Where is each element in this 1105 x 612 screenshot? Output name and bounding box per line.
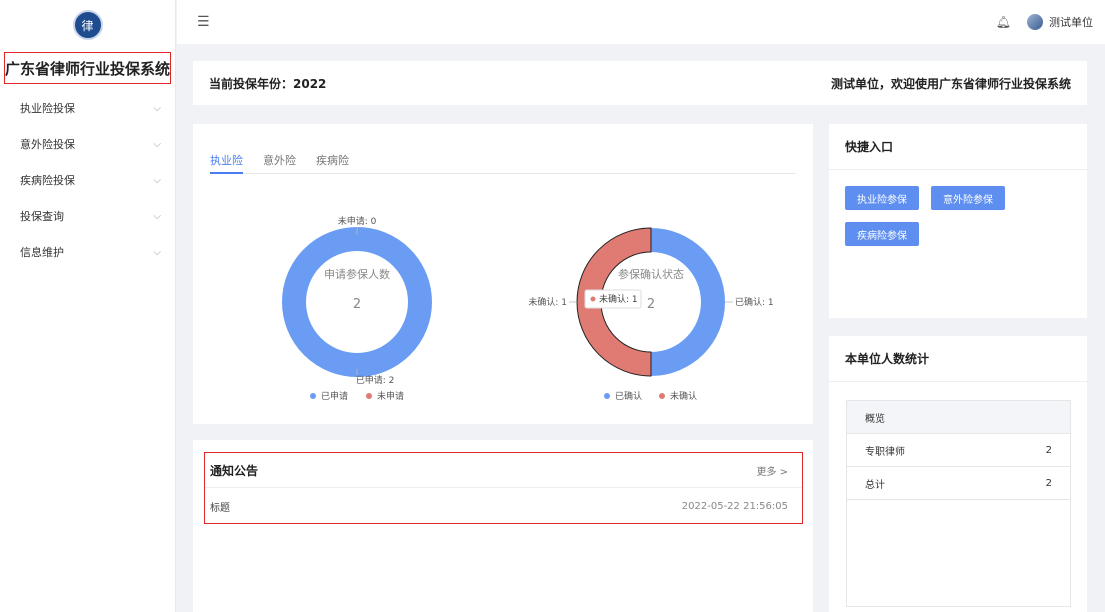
- legend-not-applied: 未申请: [377, 390, 404, 402]
- more-link[interactable]: 更多 >: [756, 463, 788, 478]
- bell-icon[interactable]: 🔔︎: [996, 15, 1011, 29]
- tooltip-dot: [590, 296, 596, 302]
- sidebar-item-label: 投保查询: [20, 210, 64, 223]
- tab-practice[interactable]: 执业险: [210, 152, 243, 174]
- legend-applied: 已申请: [321, 390, 348, 402]
- sidebar-item-illness-insurance[interactable]: 疾病险投保 ⌵: [0, 162, 175, 198]
- legend-dot-unconfirmed: [659, 393, 665, 399]
- legend-dot-confirmed: [604, 393, 610, 399]
- sidebar-item-accident-insurance[interactable]: 意外险投保 ⌵: [0, 126, 175, 162]
- tab-illness[interactable]: 疾病险: [316, 152, 349, 174]
- list-item[interactable]: 标题 2022-05-22 21:56:05: [205, 488, 802, 524]
- sidebar-item-info[interactable]: 信息维护 ⌵: [0, 234, 175, 270]
- notice-header: 通知公告 更多 >: [205, 453, 802, 488]
- user-name: 测试单位: [1049, 16, 1093, 29]
- donut-slice-confirmed[interactable]: [651, 228, 725, 376]
- notice-item-title: 标题: [210, 502, 230, 514]
- chart-applied: 申请参保人数 2 未申请: 0 已申请: 2 已申请 未申请: [282, 215, 432, 402]
- sidebar-item-practice-insurance[interactable]: 执业险投保 ⌵: [0, 90, 175, 126]
- insurance-tabs: 执业险 意外险 疾病险: [210, 152, 796, 174]
- stats-header: 概览: [847, 401, 1070, 434]
- donut-center-title: 申请参保人数: [324, 267, 390, 281]
- slice-label-confirmed: 已确认: 1: [735, 296, 774, 308]
- donut-center-total: 2: [647, 297, 655, 312]
- quick-entry-card: 快捷入口 执业险参保 意外险参保 疾病险参保: [829, 124, 1087, 318]
- sidebar-item-label: 意外险投保: [20, 138, 75, 151]
- notice-card: 通知公告 更多 > 标题 2022-05-22 21:56:05: [193, 440, 813, 612]
- sidebar-item-label: 疾病险投保: [20, 174, 75, 187]
- top-header: ☰ 🔔︎ 测试单位: [177, 0, 1105, 44]
- tooltip-text: 未确认: 1: [599, 293, 638, 305]
- donut-charts: 申请参保人数 2 未申请: 0 已申请: 2 已申请 未申请 参保确认状态 2 …: [282, 215, 774, 402]
- quick-entry-buttons: 执业险参保 意外险参保 疾病险参保: [829, 170, 1087, 246]
- chart-card: 执业险 意外险 疾病险 申请参保人数 2 未申请: 0 已申请: 2 已申请 未…: [193, 124, 813, 424]
- sidebar-menu: 执业险投保 ⌵ 意外险投保 ⌵ 疾病险投保 ⌵ 投保查询 ⌵ 信息维护 ⌵: [0, 90, 175, 270]
- chevron-down-icon: ⌵: [153, 102, 161, 114]
- slice-label-unconfirmed: 未确认: 1: [528, 296, 567, 308]
- notice-panel: 通知公告 更多 > 标题 2022-05-22 21:56:05: [204, 452, 803, 524]
- chevron-down-icon: ⌵: [153, 246, 161, 258]
- user-menu[interactable]: 测试单位: [1027, 14, 1093, 30]
- table-row: 专职律师 2: [847, 434, 1070, 467]
- chart-confirmed: 参保确认状态 2 已确认: 1 未确认: 1 未确认: 1 已确认 未确认: [528, 227, 774, 402]
- notice-item-date: 2022-05-22 21:56:05: [681, 500, 788, 512]
- row-label: 专职律师: [865, 446, 905, 458]
- row-value: 2: [1045, 477, 1052, 489]
- illness-insure-button[interactable]: 疾病险参保: [845, 222, 919, 246]
- legend-confirmed: 已确认: [615, 390, 642, 402]
- accident-insure-button[interactable]: 意外险参保: [931, 186, 1005, 210]
- system-title: 广东省律师行业投保系统: [4, 52, 171, 84]
- header-right: 🔔︎ 测试单位: [996, 14, 1093, 30]
- chevron-down-icon: ⌵: [153, 138, 161, 150]
- association-logo: 律: [72, 10, 103, 40]
- notice-title: 通知公告: [210, 463, 259, 478]
- tab-accident[interactable]: 意外险: [263, 152, 296, 174]
- donut-center-total: 2: [353, 297, 361, 312]
- year-banner: 当前投保年份：2022 测试单位，欢迎使用广东省律师行业投保系统: [193, 61, 1087, 105]
- staff-stats-card: 本单位人数统计 概览 专职律师 2 总计 2: [829, 336, 1087, 612]
- legend-unconfirmed: 未确认: [670, 390, 697, 402]
- avatar: [1027, 14, 1043, 30]
- row-label: 总计: [865, 479, 885, 491]
- menu-fold-icon[interactable]: ☰: [197, 14, 210, 30]
- slice-label-applied: 已申请: 2: [356, 374, 395, 386]
- chevron-down-icon: ⌵: [153, 210, 161, 222]
- donut-center-title: 参保确认状态: [618, 267, 684, 281]
- legend-dot-applied: [310, 393, 316, 399]
- sidebar: 律 广东省律师行业投保系统 执业险投保 ⌵ 意外险投保 ⌵ 疾病险投保 ⌵ 投保…: [0, 0, 176, 612]
- logo-area: 律: [0, 0, 175, 50]
- table-row: 总计 2: [847, 467, 1070, 500]
- current-year: 当前投保年份：2022: [209, 76, 327, 91]
- sidebar-item-query[interactable]: 投保查询 ⌵: [0, 198, 175, 234]
- quick-entry-title: 快捷入口: [829, 124, 1087, 170]
- sidebar-item-label: 信息维护: [20, 246, 64, 259]
- legend-dot-not-applied: [366, 393, 372, 399]
- stats-table: 概览 专职律师 2 总计 2: [846, 400, 1071, 607]
- row-value: 2: [1045, 444, 1052, 456]
- sidebar-item-label: 执业险投保: [20, 102, 75, 115]
- stats-title: 本单位人数统计: [829, 336, 1087, 382]
- welcome-text: 测试单位，欢迎使用广东省律师行业投保系统: [830, 76, 1071, 91]
- practice-insure-button[interactable]: 执业险参保: [845, 186, 919, 210]
- chevron-down-icon: ⌵: [153, 174, 161, 186]
- slice-label-not-applied: 未申请: 0: [338, 215, 377, 227]
